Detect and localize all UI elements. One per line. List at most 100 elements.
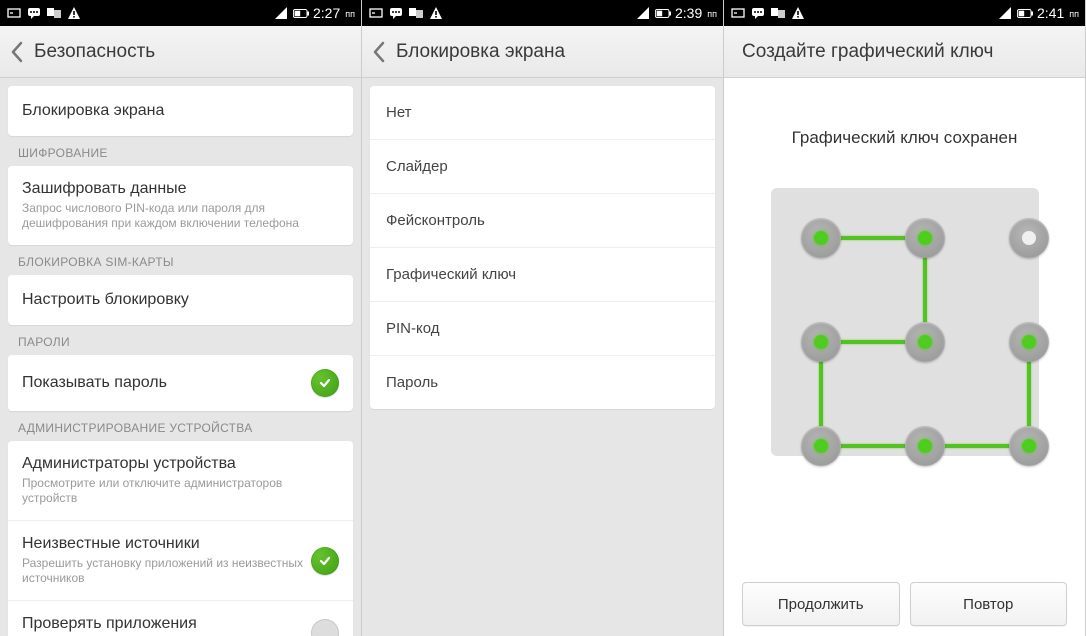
- button-bar: Продолжить Повтор: [724, 582, 1085, 626]
- pattern-node[interactable]: [905, 322, 945, 362]
- row-label: Зашифровать данные: [22, 180, 339, 198]
- clock-ampm: пп: [345, 9, 355, 21]
- battery-icon: [1017, 5, 1033, 21]
- sync-icon: [46, 5, 62, 21]
- back-icon[interactable]: [372, 41, 386, 63]
- signal-icon: [273, 5, 289, 21]
- option-pin[interactable]: PIN-код: [370, 302, 715, 356]
- signal-icon: [997, 5, 1013, 21]
- pattern-node[interactable]: [801, 426, 841, 466]
- pattern-node-core: [1022, 439, 1036, 453]
- pattern-node[interactable]: [905, 218, 945, 258]
- pattern-node-core: [814, 439, 828, 453]
- toggle-on-icon[interactable]: [311, 547, 339, 575]
- pattern-node-core: [918, 335, 932, 349]
- title-bar: Блокировка экрана: [362, 26, 723, 78]
- row-label: Пароль: [386, 374, 438, 391]
- toggle-on-icon[interactable]: [311, 369, 339, 397]
- row-unknown-sources[interactable]: Неизвестные источники Разрешить установк…: [8, 521, 353, 601]
- row-label: Слайдер: [386, 158, 448, 175]
- status-bar: 2:39 пп: [362, 0, 723, 26]
- pattern-node[interactable]: [801, 322, 841, 362]
- sync-icon: [408, 5, 424, 21]
- clock-ampm: пп: [707, 9, 717, 21]
- content-area: Графический ключ сохранен: [724, 78, 1085, 636]
- status-bar: 2:27 пп: [0, 0, 361, 26]
- row-lock-screen[interactable]: Блокировка экрана: [8, 86, 353, 136]
- button-label: Продолжить: [778, 596, 864, 613]
- nav-icon: [368, 5, 384, 21]
- row-label: Графический ключ: [386, 266, 516, 283]
- warning-icon: [428, 5, 444, 21]
- screen-pattern: 2:41 пп Создайте графический ключ Графич…: [724, 0, 1086, 636]
- warning-icon: [790, 5, 806, 21]
- row-label: Проверять приложения: [22, 615, 311, 633]
- pattern-node-core: [918, 439, 932, 453]
- status-bar: 2:41 пп: [724, 0, 1085, 26]
- pattern-node-core: [814, 231, 828, 245]
- row-show-password[interactable]: Показывать пароль: [8, 355, 353, 411]
- content-area: Нет Слайдер Фейсконтроль Графический клю…: [362, 78, 723, 636]
- warning-icon: [66, 5, 82, 21]
- retry-button[interactable]: Повтор: [910, 582, 1068, 626]
- screen-lock-type: 2:39 пп Блокировка экрана Нет Слайдер Фе…: [362, 0, 724, 636]
- signal-icon: [635, 5, 651, 21]
- pattern-node-core: [918, 231, 932, 245]
- pattern-node[interactable]: [1009, 426, 1049, 466]
- continue-button[interactable]: Продолжить: [742, 582, 900, 626]
- row-sublabel: Просмотрите или отключите администраторо…: [22, 476, 339, 506]
- toggle-off-icon[interactable]: [311, 619, 339, 636]
- section-encryption: ШИФРОВАНИЕ: [8, 136, 353, 166]
- pattern-node-core: [1022, 231, 1036, 245]
- chat-icon: [388, 5, 404, 21]
- page-title: Безопасность: [34, 41, 155, 63]
- content-area: Блокировка экрана ШИФРОВАНИЕ Зашифровать…: [0, 78, 361, 636]
- clock-time: 2:41: [1037, 5, 1064, 21]
- pattern-node-core: [1022, 335, 1036, 349]
- section-sim: БЛОКИРОВКА SIM-КАРТЫ: [8, 245, 353, 275]
- row-sublabel: Разрешить установку приложений из неизве…: [22, 556, 311, 586]
- nav-icon: [730, 5, 746, 21]
- pattern-node[interactable]: [801, 218, 841, 258]
- row-device-admins[interactable]: Администраторы устройства Просмотрите ил…: [8, 441, 353, 521]
- lock-options-list: Нет Слайдер Фейсконтроль Графический клю…: [370, 86, 715, 409]
- option-password[interactable]: Пароль: [370, 356, 715, 409]
- clock-time: 2:39: [675, 5, 702, 21]
- row-label: Настроить блокировку: [22, 291, 339, 309]
- section-passwords: ПАРОЛИ: [8, 325, 353, 355]
- battery-icon: [655, 5, 671, 21]
- pattern-saved-message: Графический ключ сохранен: [792, 128, 1018, 148]
- clock-ampm: пп: [1069, 9, 1079, 21]
- chat-icon: [26, 5, 42, 21]
- pattern-node[interactable]: [905, 426, 945, 466]
- clock-time: 2:27: [313, 5, 340, 21]
- nav-icon: [6, 5, 22, 21]
- pattern-node[interactable]: [1009, 218, 1049, 258]
- back-icon[interactable]: [10, 41, 24, 63]
- row-label: Нет: [386, 104, 412, 121]
- battery-icon: [293, 5, 309, 21]
- option-pattern[interactable]: Графический ключ: [370, 248, 715, 302]
- pattern-pad[interactable]: [771, 188, 1039, 456]
- row-label: Блокировка экрана: [22, 102, 339, 120]
- section-admin: АДМИНИСТРИРОВАНИЕ УСТРОЙСТВА: [8, 411, 353, 441]
- title-bar: Безопасность: [0, 26, 361, 78]
- row-label: Администраторы устройства: [22, 455, 339, 473]
- button-label: Повтор: [963, 596, 1013, 613]
- row-sublabel: Запрос числового PIN-кода или пароля для…: [22, 201, 339, 231]
- pattern-node[interactable]: [1009, 322, 1049, 362]
- row-label: PIN-код: [386, 320, 440, 337]
- row-label: Показывать пароль: [22, 374, 311, 392]
- row-encrypt[interactable]: Зашифровать данные Запрос числового PIN-…: [8, 166, 353, 245]
- chat-icon: [750, 5, 766, 21]
- row-label: Неизвестные источники: [22, 535, 311, 553]
- row-sim-lock[interactable]: Настроить блокировку: [8, 275, 353, 325]
- option-face[interactable]: Фейсконтроль: [370, 194, 715, 248]
- title-bar: Создайте графический ключ: [724, 26, 1085, 78]
- sync-icon: [770, 5, 786, 21]
- pattern-node-core: [814, 335, 828, 349]
- screen-security: 2:27 пп Безопасность Блокировка экрана Ш…: [0, 0, 362, 636]
- row-verify-apps[interactable]: Проверять приложения Запрещать установку…: [8, 601, 353, 636]
- option-slider[interactable]: Слайдер: [370, 140, 715, 194]
- option-none[interactable]: Нет: [370, 86, 715, 140]
